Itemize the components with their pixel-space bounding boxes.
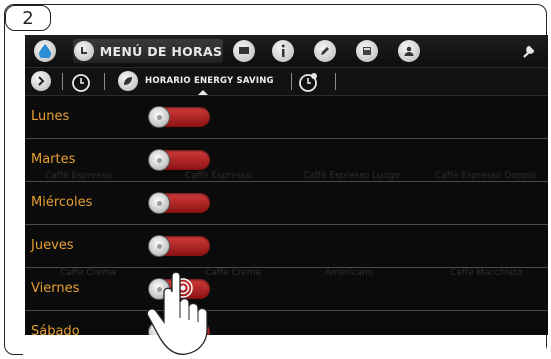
day-toggle-jueves[interactable] xyxy=(148,235,210,257)
separator xyxy=(335,73,336,90)
user-menu-button[interactable] xyxy=(395,39,423,63)
refresh-clock-button[interactable] xyxy=(297,71,319,97)
energy-saving-label: HORARIO ENERGY SAVING xyxy=(145,76,274,86)
pointing-hand-icon xyxy=(146,271,208,355)
arrow-right-icon xyxy=(31,71,51,91)
energy-saving-tab[interactable] xyxy=(118,71,138,91)
separator xyxy=(62,73,63,90)
day-label: Viernes xyxy=(31,281,80,296)
day-row-miercoles: Miércoles xyxy=(25,182,548,225)
separator xyxy=(291,73,292,90)
machine-screen: MENÚ DE HORAS HORARIO ENERGY SAVING Caff… xyxy=(25,35,548,335)
day-label: Jueves xyxy=(31,238,74,253)
day-row-lunes: Lunes xyxy=(25,96,548,139)
day-row-viernes: Viernes xyxy=(25,268,548,311)
tab-menu-de-horas[interactable]: MENÚ DE HORAS xyxy=(73,39,223,63)
active-subtab-indicator xyxy=(198,90,208,95)
step-number: 2 xyxy=(22,7,34,29)
next-button[interactable] xyxy=(31,71,51,91)
edit-icon xyxy=(314,40,336,62)
day-toggle-martes[interactable] xyxy=(148,149,210,171)
separator xyxy=(104,73,105,90)
step-number-badge: 2 xyxy=(5,5,51,31)
info-menu-button[interactable] xyxy=(269,39,297,63)
user-icon xyxy=(398,40,420,62)
day-row-jueves: Jueves xyxy=(25,225,548,268)
flag-menu-button[interactable] xyxy=(230,39,258,63)
info-icon xyxy=(272,40,294,62)
toggle-knob xyxy=(148,235,170,257)
top-navigation-bar: MENÚ DE HORAS xyxy=(25,35,548,68)
refresh-clock-icon xyxy=(299,73,317,92)
day-label: Martes xyxy=(31,152,76,167)
leaf-icon xyxy=(118,71,138,91)
edit-menu-button[interactable] xyxy=(311,39,339,63)
water-menu-button[interactable] xyxy=(31,39,59,63)
water-drop-icon xyxy=(34,40,56,62)
toggle-knob xyxy=(148,149,170,171)
calculator-icon xyxy=(356,40,378,62)
day-label: Miércoles xyxy=(31,195,93,210)
clock-settings-icon xyxy=(72,74,90,92)
toggle-knob xyxy=(148,106,170,128)
day-toggle-miercoles[interactable] xyxy=(148,192,210,214)
figure-frame: 2 MENÚ DE HORAS HORARIO ENERGY SAVING Ca… xyxy=(4,4,548,355)
day-label: Lunes xyxy=(31,109,70,124)
active-tab-label: MENÚ DE HORAS xyxy=(99,43,223,59)
flag-icon xyxy=(233,40,255,62)
sub-navigation-bar: HORARIO ENERGY SAVING xyxy=(25,68,548,96)
day-row-sabado: Sábado xyxy=(25,311,548,335)
day-row-martes: Martes xyxy=(25,139,548,182)
wrench-icon xyxy=(523,45,535,58)
day-toggle-lunes[interactable] xyxy=(148,106,210,128)
day-label: Sábado xyxy=(31,324,80,335)
calculator-menu-button[interactable] xyxy=(353,39,381,63)
clock-icon xyxy=(73,41,94,61)
toggle-knob xyxy=(148,192,170,214)
bottom-cover xyxy=(23,335,546,355)
clock-settings-button[interactable] xyxy=(70,71,92,97)
settings-wrench-button[interactable] xyxy=(515,39,543,63)
